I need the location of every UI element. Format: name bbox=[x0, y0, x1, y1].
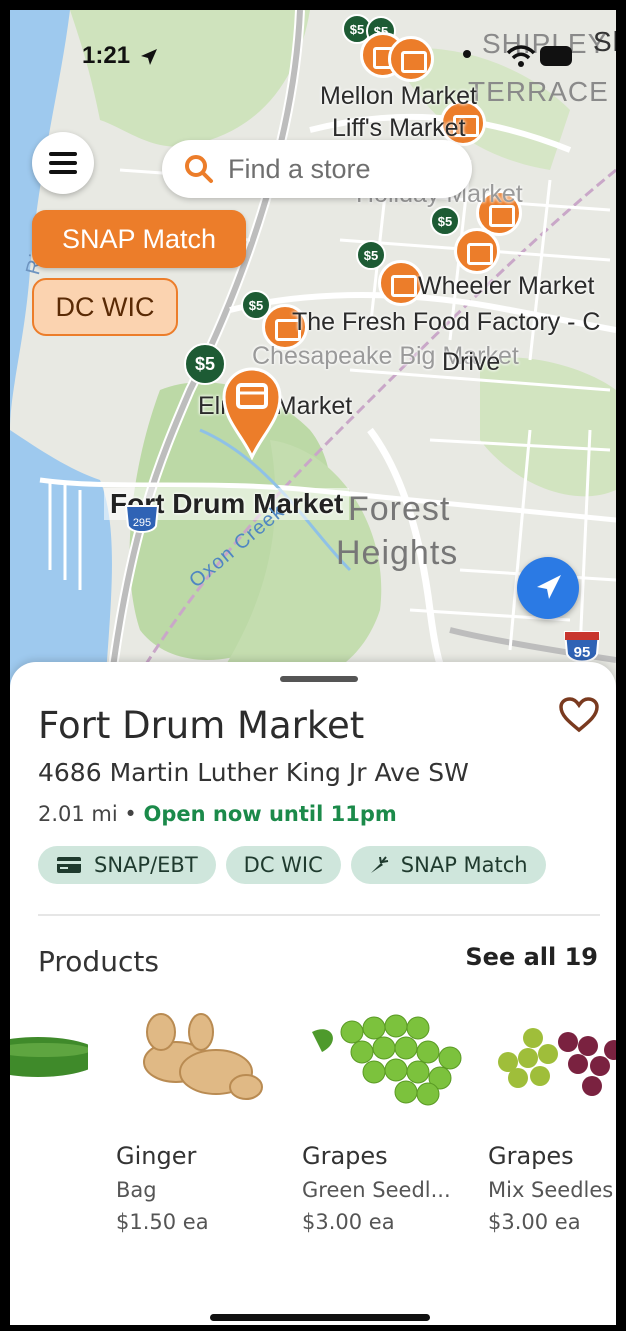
favorite-heart-icon[interactable] bbox=[558, 696, 600, 734]
menu-icon-bar bbox=[49, 170, 77, 174]
product-name: Grapes bbox=[302, 1142, 388, 1170]
tag-label: SNAP Match bbox=[400, 853, 528, 877]
tag-snap-ebt: SNAP/EBT bbox=[38, 846, 216, 884]
snap-pin[interactable]: $5 bbox=[184, 343, 226, 385]
product-card[interactable]: Grapes Green Seedl... $3.00 ea bbox=[302, 1002, 482, 1234]
recenter-location-button[interactable] bbox=[517, 557, 579, 619]
store-meta: 2.01 mi • Open now until 11pm bbox=[38, 802, 397, 826]
navigation-arrow-icon bbox=[537, 575, 561, 599]
products-heading: Products bbox=[38, 945, 159, 978]
store-pin[interactable] bbox=[454, 228, 500, 274]
meta-separator: • bbox=[124, 802, 137, 826]
store-detail-sheet: Fort Drum Market 4686 Martin Luther King… bbox=[10, 662, 616, 1325]
open-status: Open now until 11pm bbox=[143, 802, 397, 826]
interstate-295-shield-icon: 295 bbox=[124, 505, 160, 533]
interstate-95-label: 95 bbox=[574, 644, 591, 661]
search-icon bbox=[185, 155, 213, 183]
products-carousel[interactable]: ber s a Ginger Bag $1.50 ea bbox=[10, 1002, 616, 1242]
product-name: Grapes bbox=[488, 1142, 574, 1170]
see-all-products-link[interactable]: See all 19 bbox=[465, 943, 598, 971]
app-screen: 1:21 SHIPLEY Sh TERRACE River $5 $5 $5 $… bbox=[10, 10, 616, 1325]
product-name: Ginger bbox=[116, 1142, 197, 1170]
search-placeholder: Find a store bbox=[228, 153, 371, 184]
store-label[interactable]: Drive bbox=[442, 348, 500, 377]
cellular-signal-icon bbox=[463, 50, 471, 58]
battery-icon bbox=[540, 46, 572, 66]
card-icon bbox=[57, 857, 81, 873]
product-size: Green Seedl... bbox=[302, 1178, 451, 1202]
program-tags: SNAP/EBT DC WIC SNAP Match bbox=[38, 846, 546, 884]
menu-icon-bar bbox=[49, 161, 77, 165]
store-label[interactable]: Wheeler Market bbox=[418, 272, 594, 301]
search-input[interactable]: Find a store bbox=[162, 140, 472, 198]
status-time: 1:21 bbox=[82, 42, 131, 69]
product-card[interactable]: Grapes Mix Seedles $3.00 ea bbox=[488, 1002, 616, 1234]
product-price: $3.00 ea bbox=[488, 1210, 581, 1234]
sheet-grabber[interactable] bbox=[280, 676, 358, 682]
store-label[interactable]: Liff's Market bbox=[332, 114, 466, 143]
store-address: 4686 Martin Luther King Jr Ave SW bbox=[38, 758, 469, 787]
snap-match-filter[interactable]: SNAP Match bbox=[32, 210, 246, 268]
tag-snap-match: SNAP Match bbox=[350, 846, 546, 884]
tag-label: DC WIC bbox=[243, 853, 323, 877]
store-map[interactable]: 1:21 SHIPLEY Sh TERRACE River $5 $5 $5 $… bbox=[10, 10, 616, 690]
menu-icon bbox=[49, 152, 77, 156]
place-label-heights: Heights bbox=[336, 534, 459, 572]
product-size: s bbox=[10, 1178, 98, 1202]
status-bar: 1:21 SHIPLEY Sh bbox=[10, 26, 616, 80]
product-card[interactable]: Ginger Bag $1.50 ea bbox=[116, 1002, 296, 1234]
location-arrow-icon bbox=[141, 49, 157, 65]
tag-dc-wic: DC WIC bbox=[225, 846, 341, 884]
store-name: Fort Drum Market bbox=[38, 704, 365, 747]
product-name: ber bbox=[10, 1142, 98, 1170]
wifi-icon bbox=[506, 45, 536, 67]
product-size: Mix Seedles bbox=[488, 1178, 614, 1202]
divider bbox=[38, 914, 600, 916]
green-grapes-image bbox=[312, 1014, 462, 1106]
tag-label: SNAP/EBT bbox=[94, 853, 198, 877]
product-price: $3.00 ea bbox=[302, 1210, 395, 1234]
store-label[interactable]: The Fresh Food Factory - C bbox=[292, 308, 600, 337]
selected-store-pin[interactable] bbox=[222, 365, 282, 460]
snap-pin[interactable]: $5 bbox=[241, 290, 271, 320]
product-size: Bag bbox=[116, 1178, 157, 1202]
store-label[interactable]: Mellon Market bbox=[320, 82, 477, 111]
carrot-icon bbox=[370, 856, 388, 873]
menu-button[interactable] bbox=[32, 132, 94, 194]
home-indicator[interactable] bbox=[210, 1314, 430, 1321]
product-price: $1.50 ea bbox=[116, 1210, 209, 1234]
product-card[interactable]: ber s a bbox=[10, 1002, 102, 1234]
store-distance: 2.01 mi bbox=[38, 802, 118, 826]
product-price: a bbox=[10, 1210, 98, 1234]
truncated-text: Sh bbox=[593, 26, 616, 57]
store-pin[interactable] bbox=[388, 36, 434, 82]
dc-wic-filter[interactable]: DC WIC bbox=[32, 278, 178, 336]
snap-pin[interactable]: $5 bbox=[356, 240, 386, 270]
ginger-image bbox=[143, 1013, 263, 1100]
snap-pin[interactable]: $5 bbox=[430, 206, 460, 236]
mixed-grapes-image bbox=[498, 1028, 616, 1096]
interstate-295-label: 295 bbox=[133, 517, 151, 529]
place-label-forest: Forest bbox=[348, 490, 451, 528]
cucumber-image bbox=[10, 1037, 102, 1077]
place-label-terrace: TERRACE bbox=[468, 76, 609, 107]
